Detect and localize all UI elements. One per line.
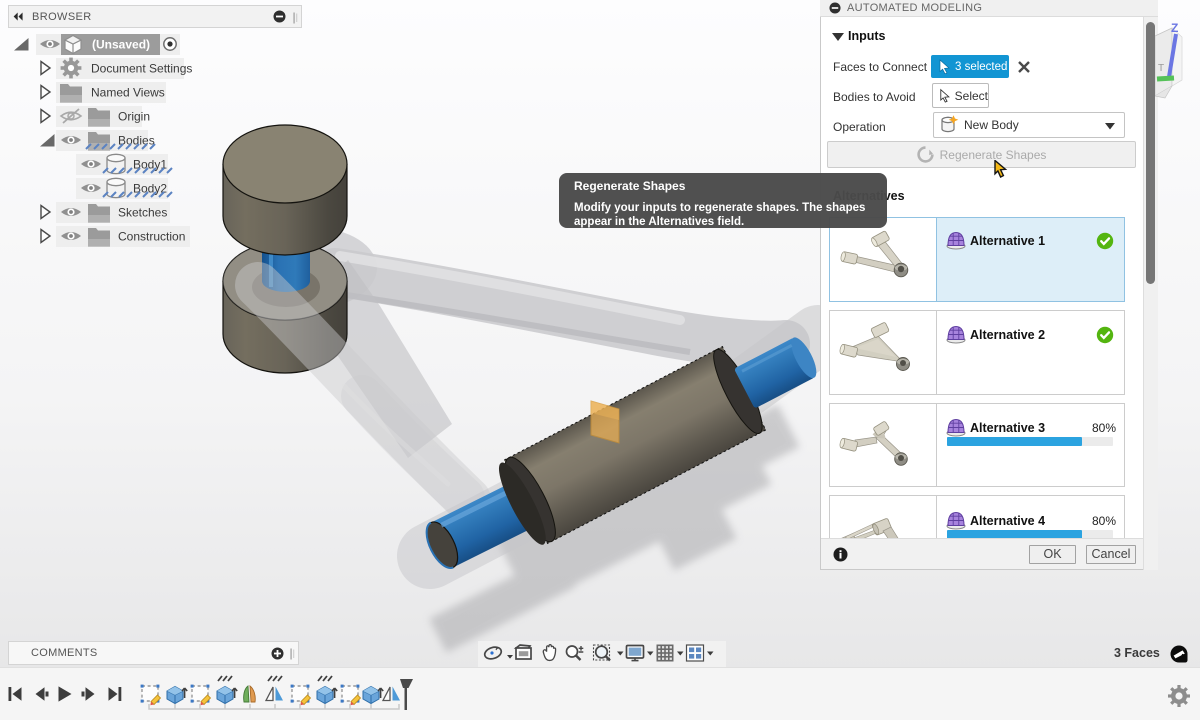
svg-text:Alternative 2: Alternative 2: [970, 328, 1045, 342]
svg-text:80%: 80%: [1092, 421, 1116, 435]
svg-text:80%: 80%: [1092, 514, 1116, 528]
svg-text:(Unsaved): (Unsaved): [92, 38, 150, 52]
svg-text:Construction: Construction: [118, 230, 185, 244]
svg-text:Alternative 4: Alternative 4: [970, 514, 1045, 528]
svg-text:Named Views: Named Views: [91, 86, 165, 100]
svg-text:Z: Z: [1171, 21, 1178, 35]
svg-text:Alternative 3: Alternative 3: [970, 421, 1045, 435]
svg-text:Origin: Origin: [118, 110, 150, 124]
svg-text:T: T: [1158, 63, 1164, 74]
svg-text:Alternative 1: Alternative 1: [970, 234, 1045, 248]
svg-text:Sketches: Sketches: [118, 206, 167, 220]
svg-text:Document Settings: Document Settings: [91, 62, 192, 76]
